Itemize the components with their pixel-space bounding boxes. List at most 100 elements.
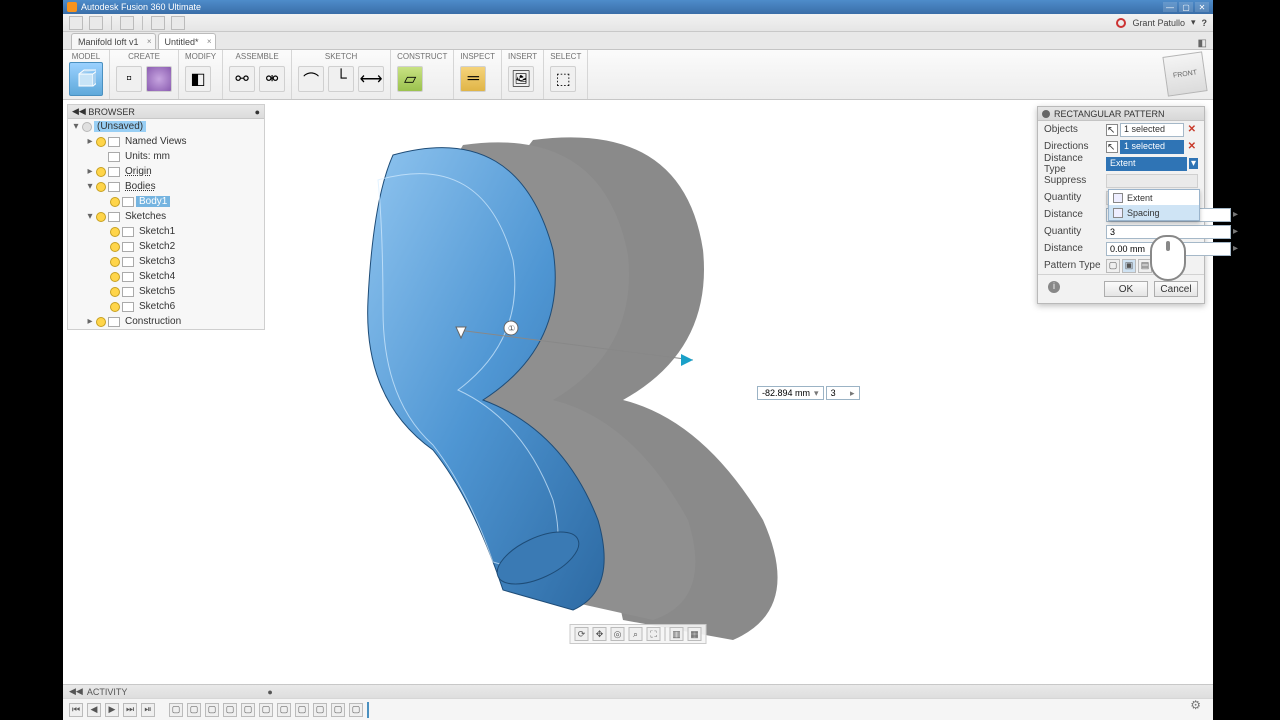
timeline-end-button[interactable]: ⏯	[141, 703, 155, 717]
save-icon[interactable]	[120, 16, 134, 30]
modify-pressPull-icon[interactable]: ◧	[185, 66, 211, 92]
tree-item[interactable]: ▸Construction	[68, 314, 264, 329]
create-sphere-icon[interactable]	[146, 66, 172, 92]
grid-settings-icon[interactable]: ▦	[688, 627, 702, 641]
close-icon[interactable]: ×	[147, 37, 152, 46]
tree-item[interactable]: ▸Named Views	[68, 134, 264, 149]
selection-cursor-icon[interactable]: ↖	[1106, 141, 1118, 153]
close-button[interactable]: ✕	[1195, 2, 1209, 12]
tab-untitled[interactable]: Untitled* ×	[158, 33, 216, 49]
timeline-feature[interactable]: ▢	[313, 703, 327, 717]
construct-plane-icon[interactable]: ▱	[397, 66, 423, 92]
tree-item[interactable]: Units: mm	[68, 149, 264, 164]
chevron-down-icon[interactable]: ▾	[1189, 158, 1198, 169]
tree-item[interactable]: Sketch1	[68, 224, 264, 239]
pan-icon[interactable]: ✥	[593, 627, 607, 641]
timeline-feature[interactable]: ▢	[187, 703, 201, 717]
spinner-icon[interactable]: ▸	[1233, 243, 1238, 254]
timeline-start-button[interactable]: ⏮	[69, 703, 83, 717]
grid-icon[interactable]	[69, 16, 83, 30]
close-icon[interactable]: ×	[207, 37, 212, 46]
objects-selector[interactable]: 1 selected	[1120, 123, 1184, 137]
viewcube[interactable]: FRONT	[1162, 51, 1207, 96]
insert-image-icon[interactable]: 🖼	[508, 66, 534, 92]
float-distance-input[interactable]: -82.894 mm▾	[757, 386, 824, 400]
activity-collapse-icon[interactable]: ◀◀	[69, 686, 83, 697]
maximize-button[interactable]: ▢	[1179, 2, 1193, 12]
select-arrow-icon[interactable]: ⬚	[550, 66, 576, 92]
activity-marker-icon[interactable]: ●	[267, 687, 272, 697]
timeline-feature[interactable]: ▢	[259, 703, 273, 717]
selection-cursor-icon[interactable]: ↖	[1106, 124, 1118, 136]
sketch-dimension-icon[interactable]: ⟷	[358, 66, 384, 92]
ok-button[interactable]: OK	[1104, 281, 1148, 297]
spinner-icon[interactable]: ▸	[1233, 209, 1238, 220]
help-icon[interactable]: i	[1048, 281, 1060, 293]
distance-type-dropdown[interactable]: ExtentSpacing	[1108, 189, 1200, 221]
tree-item[interactable]: Body1	[68, 194, 264, 209]
workspace-model-button[interactable]	[69, 62, 103, 96]
pattern-type-option[interactable]: ▢	[1106, 259, 1120, 273]
record-icon[interactable]	[1116, 18, 1126, 28]
timeline-feature[interactable]: ▢	[241, 703, 255, 717]
sketch-arc-icon[interactable]: ⌒	[298, 66, 324, 92]
browser-options-icon[interactable]: ●	[255, 107, 260, 117]
float-quantity-input[interactable]: 3▸	[826, 386, 860, 400]
help-icon[interactable]: ?	[1202, 18, 1208, 28]
lookat-icon[interactable]: ◎	[611, 627, 625, 641]
timeline-next-button[interactable]: ⏭	[123, 703, 137, 717]
timeline-feature[interactable]: ▢	[205, 703, 219, 717]
spinner-icon[interactable]: ▸	[1233, 226, 1238, 237]
zoom-icon[interactable]: ⌕	[629, 627, 643, 641]
user-menu-chevron-icon[interactable]: ▾	[1191, 17, 1196, 28]
timeline-feature[interactable]: ▢	[223, 703, 237, 717]
create-box-icon[interactable]: ▫	[116, 66, 142, 92]
minimize-button[interactable]: —	[1163, 2, 1177, 12]
timeline-play-button[interactable]: ▶	[105, 703, 119, 717]
settings-gear-icon[interactable]: ⚙	[1190, 698, 1201, 712]
panel-toggle-icon[interactable]: ◧	[1192, 38, 1213, 49]
browser-panel: ◀◀ BROWSER● ▾(Unsaved) ▸Named ViewsUnits…	[67, 104, 265, 330]
tab-manifold-loft[interactable]: Manifold loft v1×	[71, 33, 156, 49]
tree-item[interactable]: ▸Origin	[68, 164, 264, 179]
distance-type-combo[interactable]: Extent	[1106, 157, 1187, 171]
tree-item[interactable]: Sketch6	[68, 299, 264, 314]
undo-icon[interactable]	[151, 16, 165, 30]
dropdown-option-spacing[interactable]: Spacing	[1109, 205, 1199, 220]
timeline-prev-button[interactable]: ◀	[87, 703, 101, 717]
clear-selection-button[interactable]: ✕	[1186, 124, 1198, 135]
pattern-type-option[interactable]: ▣	[1122, 259, 1136, 273]
display-icon[interactable]: ▥	[670, 627, 684, 641]
cancel-button[interactable]: Cancel	[1154, 281, 1198, 297]
browser-collapse-icon[interactable]: ◀◀	[72, 106, 86, 117]
assemble-joint-icon[interactable]: ⚯	[229, 66, 255, 92]
timeline-playhead[interactable]	[367, 702, 369, 718]
tree-item[interactable]: Sketch5	[68, 284, 264, 299]
tree-item[interactable]: Sketch2	[68, 239, 264, 254]
tab-label: Untitled*	[165, 37, 199, 47]
panel-label: Distance	[1044, 243, 1106, 254]
directions-selector[interactable]: 1 selected	[1120, 140, 1184, 154]
timeline-feature[interactable]: ▢	[331, 703, 345, 717]
dropdown-option-extent[interactable]: Extent	[1109, 190, 1199, 205]
tree-root[interactable]: ▾(Unsaved)	[68, 119, 264, 134]
fit-icon[interactable]: ⛶	[647, 627, 661, 641]
assemble-rigid-icon[interactable]: ⚮	[259, 66, 285, 92]
tree-item[interactable]: ▾Bodies	[68, 179, 264, 194]
timeline-feature[interactable]: ▢	[169, 703, 183, 717]
panel-pin-icon[interactable]	[1042, 110, 1050, 118]
redo-icon[interactable]	[171, 16, 185, 30]
inspect-measure-icon[interactable]: ═	[460, 66, 486, 92]
timeline-feature[interactable]: ▢	[349, 703, 363, 717]
timeline-feature[interactable]: ▢	[295, 703, 309, 717]
tree-item[interactable]: ▾Sketches	[68, 209, 264, 224]
file-new-icon[interactable]	[89, 16, 103, 30]
orbit-icon[interactable]: ⟳	[575, 627, 589, 641]
sketch-line-icon[interactable]: └	[328, 66, 354, 92]
clear-selection-button[interactable]: ✕	[1186, 141, 1198, 152]
user-name[interactable]: Grant Patullo	[1132, 18, 1185, 28]
timeline-feature[interactable]: ▢	[277, 703, 291, 717]
activity-bar[interactable]: ◀◀ ACTIVITY ●	[63, 684, 1213, 698]
tree-item[interactable]: Sketch3	[68, 254, 264, 269]
tree-item[interactable]: Sketch4	[68, 269, 264, 284]
